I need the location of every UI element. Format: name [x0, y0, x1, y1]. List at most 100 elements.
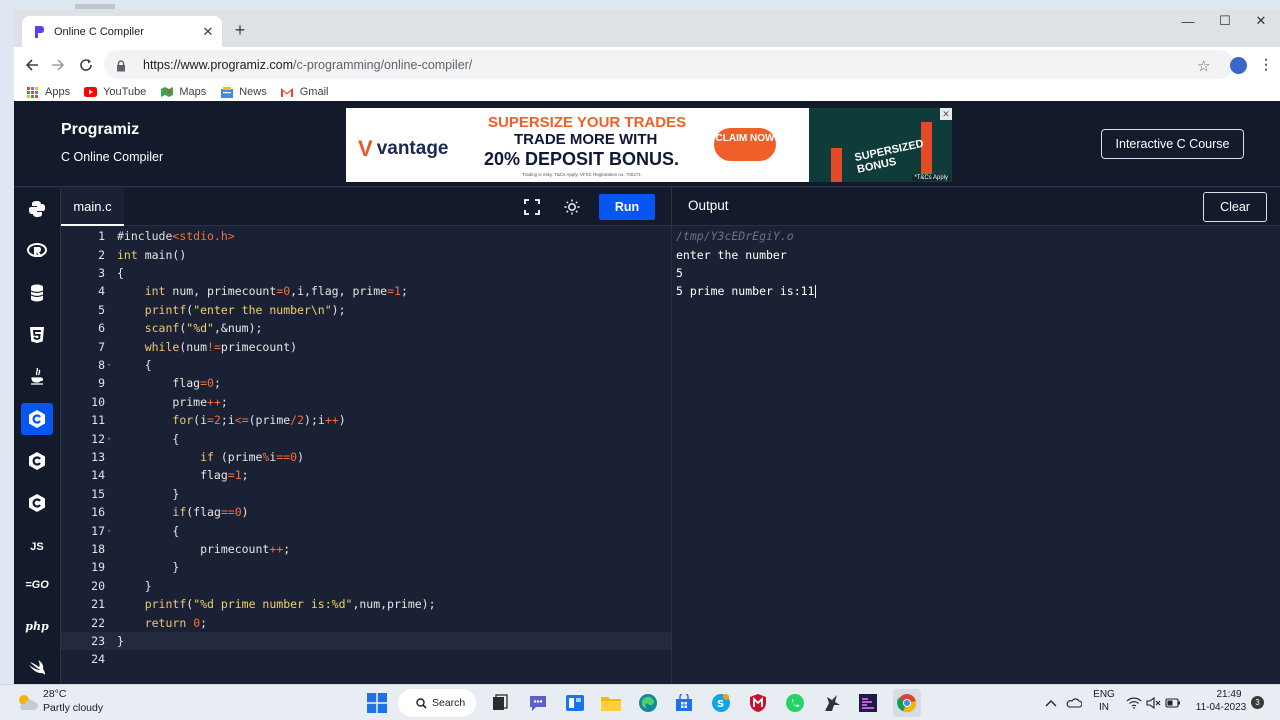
profile-avatar[interactable] [1230, 57, 1247, 74]
microsoft-store-icon[interactable] [672, 691, 696, 715]
go-icon[interactable]: = GO [21, 569, 53, 601]
code-line[interactable]: 22 return 0; [61, 613, 671, 631]
browser-tab[interactable]: Online C Compiler ✕ [22, 16, 222, 47]
weather-temperature[interactable]: 28°C [43, 688, 66, 700]
volume-muted-icon[interactable] [1144, 691, 1164, 715]
fold-arrow-icon[interactable]: ▾ [107, 361, 113, 369]
bookmark-news[interactable]: News [220, 86, 267, 98]
code-line[interactable]: 8 ▾ { [61, 356, 671, 374]
widgets-icon[interactable] [563, 691, 587, 715]
interactive-course-button[interactable]: Interactive C Course [1101, 129, 1244, 159]
bookmark-apps[interactable]: Apps [26, 86, 70, 98]
code-line[interactable]: 1 #include<stdio.h> [61, 227, 671, 245]
java-icon[interactable] [21, 361, 53, 393]
code-line[interactable]: 10 prime++; [61, 393, 671, 411]
fold-arrow-icon[interactable]: ▾ [107, 435, 113, 443]
clear-button[interactable]: Clear [1203, 192, 1267, 222]
code-line[interactable]: 19 } [61, 558, 671, 576]
c-language-icon[interactable] [21, 403, 53, 435]
bookmark-youtube[interactable]: YouTube [84, 86, 146, 98]
file-explorer-icon[interactable] [599, 691, 623, 715]
advertisement-banner[interactable]: Vvantage SUPERSIZE YOUR TRADES TRADE MOR… [346, 108, 952, 182]
code-line[interactable]: 12 ▾ { [61, 429, 671, 447]
run-button[interactable]: Run [599, 194, 655, 220]
chat-icon[interactable] [526, 691, 550, 715]
notification-badge[interactable]: 3 [1251, 696, 1264, 709]
code-line[interactable]: 15 } [61, 485, 671, 503]
minimize-icon[interactable]: — [1170, 9, 1206, 33]
bookmark-label: Gmail [299, 86, 329, 98]
code-line[interactable]: 7 while(num!=primecount) [61, 337, 671, 355]
reload-icon[interactable] [76, 55, 96, 75]
code-line[interactable]: 9 flag=0; [61, 374, 671, 392]
clock-time[interactable]: 21:49 [1212, 689, 1246, 700]
python-icon[interactable] [21, 193, 53, 225]
bookmark-star-icon[interactable]: ☆ [1197, 57, 1210, 75]
r-language-icon[interactable] [21, 235, 53, 267]
code-editor[interactable]: 1 #include<stdio.h> 2 int main() 3{4 int num… [61, 226, 671, 684]
cpp-icon[interactable] [21, 445, 53, 477]
back-icon[interactable] [22, 55, 42, 75]
line-number: 17 [91, 523, 105, 538]
window-close-icon[interactable]: ✕ [1243, 9, 1279, 33]
bookmark-maps[interactable]: Maps [160, 86, 206, 98]
output-console[interactable]: /tmp/Y3cEDrEgiY.o enter the number 5 5 prim… [671, 226, 1280, 684]
new-tab-icon[interactable]: + [230, 20, 250, 40]
menu-kebab-icon[interactable]: ⋮ [1259, 56, 1273, 73]
javascript-icon[interactable]: JS [21, 531, 53, 563]
csharp-icon[interactable] [21, 487, 53, 519]
maximize-icon[interactable]: ☐ [1207, 9, 1243, 33]
clock-date[interactable]: 11-04-2023 [1193, 702, 1249, 713]
code-app-icon[interactable] [856, 691, 880, 715]
bookmark-gmail[interactable]: Gmail [281, 86, 329, 98]
language-indicator[interactable]: ENG [1093, 689, 1115, 700]
code-line[interactable]: 17 ▾ { [61, 521, 671, 539]
onedrive-cloud-icon[interactable] [1064, 691, 1084, 715]
code-line[interactable]: 24 [61, 650, 671, 668]
code-line[interactable]: 20 } [61, 577, 671, 595]
show-hidden-icons-chevron-icon[interactable] [1042, 691, 1060, 715]
php-icon[interactable]: php [21, 610, 53, 642]
code-line[interactable]: 11 for(i=2;i<=(prime/2);i++) [61, 411, 671, 429]
task-view-icon[interactable] [488, 691, 512, 715]
battery-icon[interactable] [1163, 691, 1183, 715]
code-line[interactable]: 18 primecount++; [61, 540, 671, 558]
sql-database-icon[interactable] [21, 277, 53, 309]
weather-partly-cloudy-icon[interactable] [16, 692, 38, 712]
theme-toggle-sun-icon[interactable] [559, 194, 585, 220]
fullscreen-icon[interactable] [519, 194, 545, 220]
html5-icon[interactable] [21, 319, 53, 351]
code-line[interactable]: 5 printf("enter the number\n"); [61, 301, 671, 319]
weather-description[interactable]: Partly cloudy [43, 702, 103, 714]
chrome-icon[interactable] [893, 689, 921, 717]
file-tab-main[interactable]: main.c [61, 188, 124, 226]
code-line[interactable]: 16 if(flag==0) [61, 503, 671, 521]
code-line[interactable]: 4 int num, primecount=0,i,flag, prime=1; [61, 282, 671, 300]
browser-titlebar: Online C Compiler ✕ + — ☐ ✕ [14, 9, 1280, 47]
wifi-icon[interactable] [1124, 691, 1144, 715]
skype-icon[interactable]: S [709, 691, 733, 715]
programiz-logo[interactable]: Programiz [61, 121, 139, 139]
code-line[interactable]: 13 if (prime%i==0) [61, 448, 671, 466]
ad-close-icon[interactable]: ✕ [940, 108, 952, 120]
taskbar-search[interactable]: Search [398, 689, 476, 717]
edge-browser-icon[interactable] [636, 691, 660, 715]
ad-claim-button[interactable]: CLAIM NOW [714, 128, 776, 161]
code-line[interactable]: 23} [61, 631, 671, 651]
code-line[interactable]: 2 int main() [61, 245, 671, 263]
output-line: enter the number [676, 247, 787, 262]
swift-icon[interactable] [21, 652, 53, 684]
dinosaur-app-icon[interactable] [820, 691, 844, 715]
mcafee-icon[interactable] [746, 691, 770, 715]
address-bar[interactable]: https://www.programiz.com/c-programming/… [104, 50, 1234, 79]
keyboard-indicator[interactable]: IN [1093, 702, 1115, 713]
code-line[interactable]: 6 scanf("%d",&num); [61, 319, 671, 337]
code-line[interactable]: 21 printf("%d prime number is:%d",num,pr… [61, 595, 671, 613]
windows-start-icon[interactable] [365, 691, 389, 715]
fold-arrow-icon[interactable]: ▾ [107, 527, 113, 535]
tab-close-icon[interactable]: ✕ [200, 24, 216, 40]
forward-icon[interactable] [48, 55, 68, 75]
code-line[interactable]: 3{ [61, 264, 671, 282]
code-line[interactable]: 14 flag=1; [61, 466, 671, 484]
whatsapp-icon[interactable] [783, 691, 807, 715]
